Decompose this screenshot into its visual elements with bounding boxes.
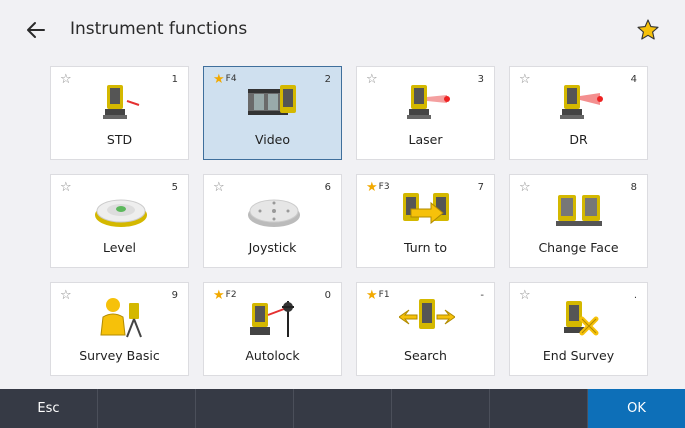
favorite-star[interactable]: ★ F2 xyxy=(213,287,237,302)
tile-label: Change Face xyxy=(538,240,619,255)
tile-label: DR xyxy=(569,132,588,147)
shortcut-number: 2 xyxy=(324,74,331,85)
star-filled-icon: ★ xyxy=(366,287,378,302)
softkey-3[interactable] xyxy=(196,389,294,428)
tile-end-survey[interactable]: ☆ . End Survey xyxy=(509,282,648,376)
fkey-label: F2 xyxy=(225,290,237,300)
favorite-star[interactable]: ★ F3 xyxy=(366,179,390,194)
favorite-star[interactable]: ☆ xyxy=(60,179,73,194)
tile-laser[interactable]: ☆ 3 Laser xyxy=(356,66,495,160)
shortcut-number: 6 xyxy=(324,182,331,193)
tile-label: Joystick xyxy=(248,240,297,255)
laser-pointer-icon xyxy=(407,85,450,119)
shortcut-number: 8 xyxy=(630,182,637,193)
tile-label: Turn to xyxy=(403,240,448,255)
softkey-6[interactable] xyxy=(490,389,588,428)
tile-autolock[interactable]: ★ F2 0 Autolock xyxy=(203,282,342,376)
shortcut-number: 3 xyxy=(477,74,484,85)
favorite-star[interactable]: ☆ xyxy=(213,179,226,194)
shortcut-number: 9 xyxy=(171,290,178,301)
star-filled-icon: ★ xyxy=(366,179,378,194)
tile-level[interactable]: ☆ 5 Level xyxy=(50,174,189,268)
star-outline-icon: ☆ xyxy=(60,287,72,302)
survey-basic-icon xyxy=(100,298,142,338)
favorite-star[interactable]: ★ F4 xyxy=(213,71,237,86)
star-outline-icon: ☆ xyxy=(519,287,531,302)
tile-search[interactable]: ★ F1 - Search xyxy=(356,282,495,376)
star-outline-icon: ☆ xyxy=(366,71,378,86)
esc-button[interactable]: Esc xyxy=(0,389,98,428)
shortcut-number: 5 xyxy=(171,182,178,193)
change-face-icon xyxy=(556,195,602,226)
favorite-star[interactable]: ☆ xyxy=(60,287,73,302)
video-film-icon xyxy=(248,85,296,115)
star-outline-icon: ☆ xyxy=(213,179,225,194)
shortcut-number: 4 xyxy=(630,74,637,85)
favorite-star[interactable]: ☆ xyxy=(519,287,532,302)
tile-joystick[interactable]: ☆ 6 Joystick xyxy=(203,174,342,268)
page-title: Instrument functions xyxy=(70,19,248,39)
tile-label: Level xyxy=(103,240,136,255)
tile-label: Autolock xyxy=(245,348,300,363)
shortcut-number: . xyxy=(633,290,637,301)
star-outline-icon: ☆ xyxy=(519,179,531,194)
tile-std[interactable]: ☆ 1 STD xyxy=(50,66,189,160)
star-outline-icon: ☆ xyxy=(60,71,72,86)
tile-label: End Survey xyxy=(542,348,615,363)
tile-label: STD xyxy=(106,132,133,147)
softkey-2[interactable] xyxy=(98,389,196,428)
star-filled-icon: ★ xyxy=(213,287,225,302)
fkey-label: F1 xyxy=(378,290,390,300)
tile-dr[interactable]: ☆ 4 DR xyxy=(509,66,648,160)
tile-change-face[interactable]: ☆ 8 Change Face xyxy=(509,174,648,268)
ok-button[interactable]: OK xyxy=(588,389,685,428)
tile-label: Laser xyxy=(408,132,443,147)
favorite-star[interactable]: ☆ xyxy=(366,71,379,86)
search-instrument-icon xyxy=(399,299,455,329)
favorites-star-icon[interactable] xyxy=(636,18,660,42)
star-filled-icon: ★ xyxy=(213,71,225,86)
tile-label: Video xyxy=(254,132,291,147)
star-outline-icon: ☆ xyxy=(519,71,531,86)
autolock-prism-icon xyxy=(250,301,294,337)
softkey-4[interactable] xyxy=(294,389,392,428)
shortcut-number: 7 xyxy=(477,182,484,193)
favorite-star[interactable]: ☆ xyxy=(519,71,532,86)
shortcut-number: 0 xyxy=(324,290,331,301)
dr-laser-icon xyxy=(560,85,603,119)
back-arrow-icon[interactable] xyxy=(24,18,48,42)
favorite-star[interactable]: ☆ xyxy=(519,179,532,194)
turn-to-icon xyxy=(403,193,449,225)
footer-bar: Esc OK xyxy=(0,389,685,428)
favorite-star[interactable]: ☆ xyxy=(60,71,73,86)
fkey-label: F3 xyxy=(378,182,390,192)
tile-survey-basic[interactable]: ☆ 9 Survey Basic xyxy=(50,282,189,376)
softkey-5[interactable] xyxy=(392,389,490,428)
tile-label: Search xyxy=(404,348,447,363)
end-survey-icon xyxy=(564,301,599,336)
tile-label: Survey Basic xyxy=(79,348,160,363)
star-outline-icon: ☆ xyxy=(60,179,72,194)
function-grid: ☆ 1 STD ★ F4 2 Video ☆ 3 Laser ☆ 4 DR ☆ … xyxy=(50,66,648,376)
total-station-std-icon xyxy=(103,85,140,119)
fkey-label: F4 xyxy=(225,74,237,84)
tile-turn-to[interactable]: ★ F3 7 Turn to xyxy=(356,174,495,268)
joystick-pad-icon xyxy=(248,199,300,227)
shortcut-number: - xyxy=(480,290,484,301)
shortcut-number: 1 xyxy=(171,74,178,85)
tile-video[interactable]: ★ F4 2 Video xyxy=(203,66,342,160)
favorite-star[interactable]: ★ F1 xyxy=(366,287,390,302)
header-bar: Instrument functions xyxy=(0,0,685,62)
bubble-level-icon xyxy=(95,199,147,227)
